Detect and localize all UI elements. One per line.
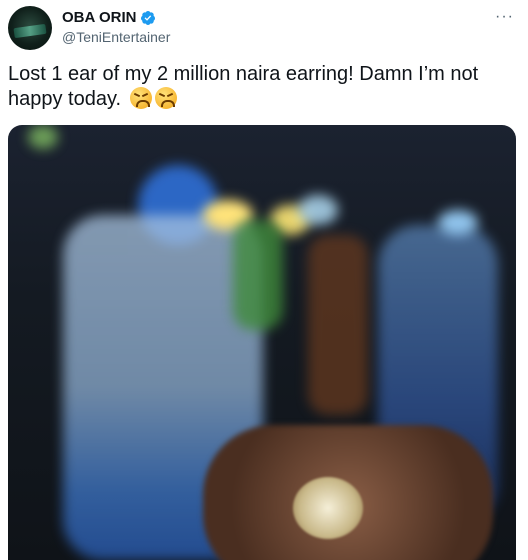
avatar[interactable] [8, 6, 52, 50]
tired-face-icon [154, 87, 177, 109]
tweet-body: Lost 1 ear of my 2 million naira earring… [8, 63, 479, 110]
display-name-row[interactable]: OBA ORIN [62, 9, 156, 26]
tired-face-icon [129, 87, 152, 109]
tweet-text: Lost 1 ear of my 2 million naira earring… [8, 62, 508, 112]
tweet-photo[interactable] [8, 125, 516, 560]
more-options-icon[interactable]: ··· [495, 8, 514, 26]
verified-badge-icon [141, 10, 156, 25]
display-name[interactable]: OBA ORIN [62, 9, 136, 26]
user-handle[interactable]: @TeniEntertainer [62, 29, 170, 45]
